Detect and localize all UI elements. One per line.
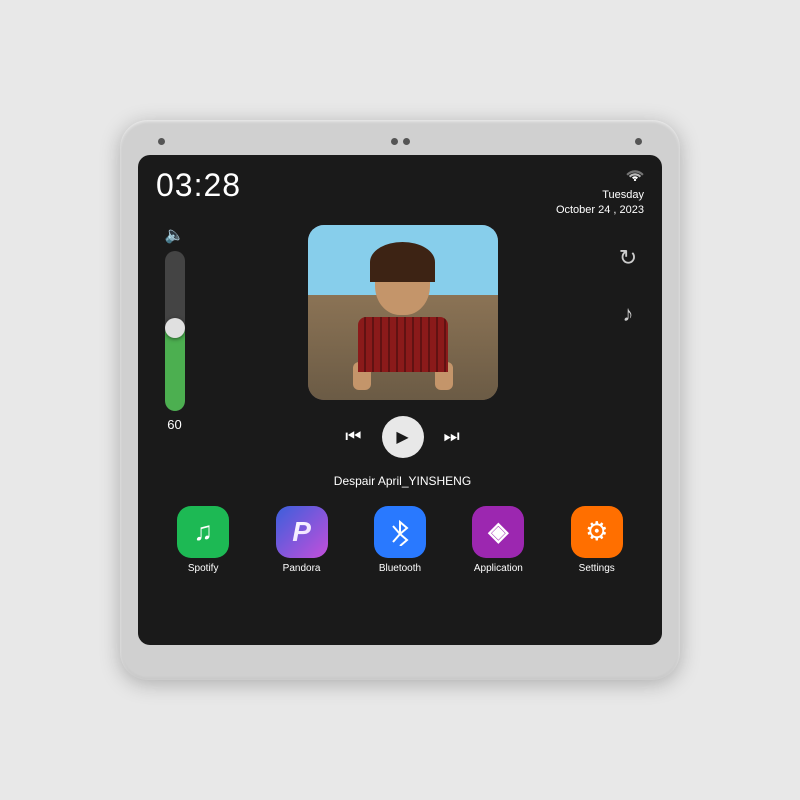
song-title: Despair April_YINSHENG bbox=[334, 474, 471, 488]
right-icons: ↻ ♪ bbox=[608, 225, 648, 327]
volume-icon: 🔈 bbox=[165, 225, 185, 245]
wifi-icon bbox=[626, 167, 644, 186]
play-button[interactable]: ▶ bbox=[382, 416, 424, 458]
status-bar: 03:28 Tuesday October 24 , 2023 bbox=[138, 155, 662, 225]
left-sensor bbox=[158, 138, 165, 145]
center-sensor-1 bbox=[391, 138, 398, 145]
settings-label: Settings bbox=[579, 563, 615, 574]
volume-value: 60 bbox=[167, 417, 181, 432]
shirt-pattern bbox=[358, 317, 448, 372]
volume-slider[interactable] bbox=[165, 251, 185, 411]
app-bluetooth[interactable]: Bluetooth bbox=[374, 506, 426, 574]
pandora-symbol: P bbox=[292, 516, 311, 548]
volume-thumb[interactable] bbox=[165, 318, 185, 338]
player-section: ⏮ ▶ ⏭ Despair April_YINSHENG bbox=[209, 225, 596, 488]
status-right: Tuesday October 24 , 2023 bbox=[556, 167, 644, 219]
person-shirt bbox=[358, 317, 448, 372]
app-dock: ♫ Spotify P Pandora bbox=[138, 494, 662, 584]
app-settings[interactable]: ⚙ Settings bbox=[571, 506, 623, 574]
center-sensors bbox=[391, 138, 410, 145]
date-display: Tuesday October 24 , 2023 bbox=[556, 188, 644, 219]
app-spotify[interactable]: ♫ Spotify bbox=[177, 506, 229, 574]
player-controls: ⏮ ▶ ⏭ bbox=[308, 408, 498, 466]
music-note-icon[interactable]: ♪ bbox=[623, 301, 634, 327]
prev-button[interactable]: ⏮ bbox=[345, 426, 361, 447]
app-application[interactable]: ◈ Application bbox=[472, 506, 524, 574]
pandora-label: Pandora bbox=[283, 563, 321, 574]
pandora-icon: P bbox=[276, 506, 328, 558]
person-body bbox=[348, 250, 458, 370]
repeat-icon[interactable]: ↻ bbox=[619, 245, 637, 271]
volume-section: 🔈 60 bbox=[152, 225, 197, 432]
center-sensor-2 bbox=[403, 138, 410, 145]
application-label: Application bbox=[474, 563, 523, 574]
app-pandora[interactable]: P Pandora bbox=[276, 506, 328, 574]
spotify-icon: ♫ bbox=[177, 506, 229, 558]
application-icon: ◈ bbox=[472, 506, 524, 558]
spotify-label: Spotify bbox=[188, 563, 219, 574]
next-button[interactable]: ⏭ bbox=[444, 426, 460, 447]
person-hair bbox=[370, 242, 435, 282]
album-art-figure bbox=[308, 225, 498, 400]
right-sensor bbox=[635, 138, 642, 145]
time-display: 03:28 bbox=[156, 167, 241, 204]
settings-icon: ⚙ bbox=[571, 506, 623, 558]
bluetooth-icon bbox=[374, 506, 426, 558]
bluetooth-label: Bluetooth bbox=[379, 563, 421, 574]
main-content: 🔈 60 bbox=[138, 225, 662, 488]
device-frame: 03:28 Tuesday October 24 , 2023 bbox=[120, 120, 680, 680]
album-art[interactable] bbox=[308, 225, 498, 400]
person-head bbox=[375, 250, 430, 315]
device-top-bar bbox=[138, 138, 662, 155]
screen: 03:28 Tuesday October 24 , 2023 bbox=[138, 155, 662, 645]
